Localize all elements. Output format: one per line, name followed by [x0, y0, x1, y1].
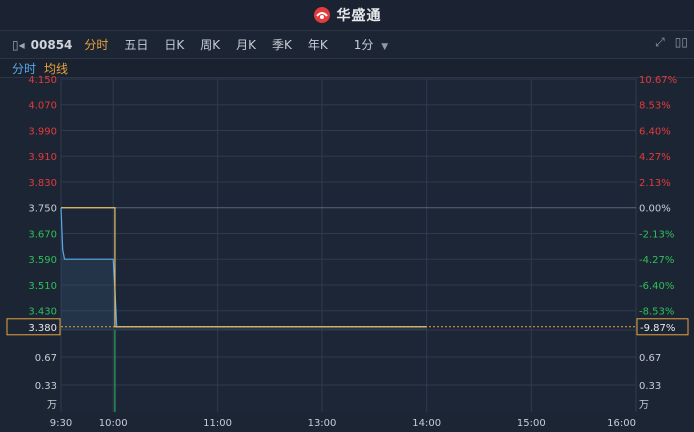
volume-unit-label-right: 万: [639, 400, 649, 411]
expand-icon[interactable]: ⤢: [655, 35, 665, 50]
price-plot-area: [61, 79, 636, 330]
price-tick-label: 3.670: [28, 229, 57, 240]
volume-tick-label: 1.00: [35, 326, 57, 337]
tab-five-day[interactable]: 五日: [124, 36, 148, 53]
x-tick-label: 10:00: [99, 418, 128, 429]
x-tick-label: 15:00: [517, 418, 546, 429]
price-line: [60, 207, 427, 328]
price-tick-label: 3.590: [28, 255, 57, 266]
price-tick-label: 4.070: [28, 101, 57, 112]
x-tick-label: 9:30: [50, 418, 72, 429]
toolbar: ▯◂ 00854 分时 五日 日K 周K 月K 季K 年K 1分 ▼ ⤢ ▯▯: [0, 31, 694, 58]
legend-bar: 分时 均线: [0, 58, 694, 78]
volume-tick-label-right: 0.67: [639, 353, 661, 364]
price-tick-label: 3.910: [28, 152, 57, 163]
current-pct-box: [636, 318, 689, 336]
interval-select[interactable]: 1分 ▼: [354, 36, 388, 53]
legend-average: 均线: [44, 61, 69, 76]
pct-tick-label: -4.27%: [639, 255, 674, 266]
legend-minute: 分时: [12, 61, 37, 76]
pct-tick-label: -8.53%: [639, 307, 674, 318]
brand-name: 华盛通: [336, 8, 382, 24]
chevron-down-icon: ▼: [381, 42, 389, 52]
x-tick-label: 16:00: [607, 418, 636, 429]
pct-tick-label: 6.40%: [639, 126, 671, 137]
x-tick-label: 14:00: [412, 418, 441, 429]
tab-month-k[interactable]: 月K: [236, 36, 256, 53]
price-area: [61, 207, 427, 330]
current-pct-label: -9.87%: [640, 323, 675, 334]
volume-tick-label: 0.33: [35, 381, 57, 392]
split-view-icon[interactable]: ▯▯: [675, 35, 688, 50]
current-price-label: 3.380: [28, 323, 57, 334]
volume-tick-label: 0.67: [35, 353, 57, 364]
tab-week-k[interactable]: 周K: [200, 36, 220, 53]
price-tick-label: 3.430: [28, 307, 57, 318]
pct-tick-label: 0.00%: [639, 204, 671, 215]
pct-tick-label: 4.27%: [639, 152, 671, 163]
price-tick-label: 3.510: [28, 281, 57, 292]
volume-tick-label-right: 0.33: [639, 381, 661, 392]
interval-label: 1分: [353, 38, 374, 52]
volume-plot-area: [61, 330, 636, 412]
current-price-box: [6, 318, 61, 336]
price-tick-label: 3.830: [28, 178, 57, 189]
stock-code: 00854: [30, 37, 73, 52]
title-bar: 华盛通: [0, 0, 694, 31]
tab-day-k[interactable]: 日K: [164, 36, 184, 53]
pct-tick-label: -6.40%: [639, 281, 674, 292]
tab-minute[interactable]: 分时: [84, 36, 108, 53]
x-tick-label: 11:00: [203, 418, 232, 429]
tab-year-k[interactable]: 年K: [308, 36, 328, 53]
pct-tick-label: -2.13%: [639, 229, 674, 240]
brand-logo-icon: [313, 7, 330, 23]
tab-season-k[interactable]: 季K: [272, 36, 292, 53]
x-tick-label: 13:00: [308, 418, 337, 429]
volume-tick-label-right: 1.00: [639, 326, 661, 337]
toggle-panel-icon[interactable]: ▯◂: [12, 38, 25, 52]
pct-tick-label: 2.13%: [639, 178, 671, 189]
pct-tick-label: 8.53%: [639, 101, 671, 112]
price-tick-label: 3.990: [28, 126, 57, 137]
price-tick-label: 3.750: [28, 204, 57, 215]
average-line: [61, 207, 427, 328]
volume-unit-label: 万: [47, 400, 57, 411]
